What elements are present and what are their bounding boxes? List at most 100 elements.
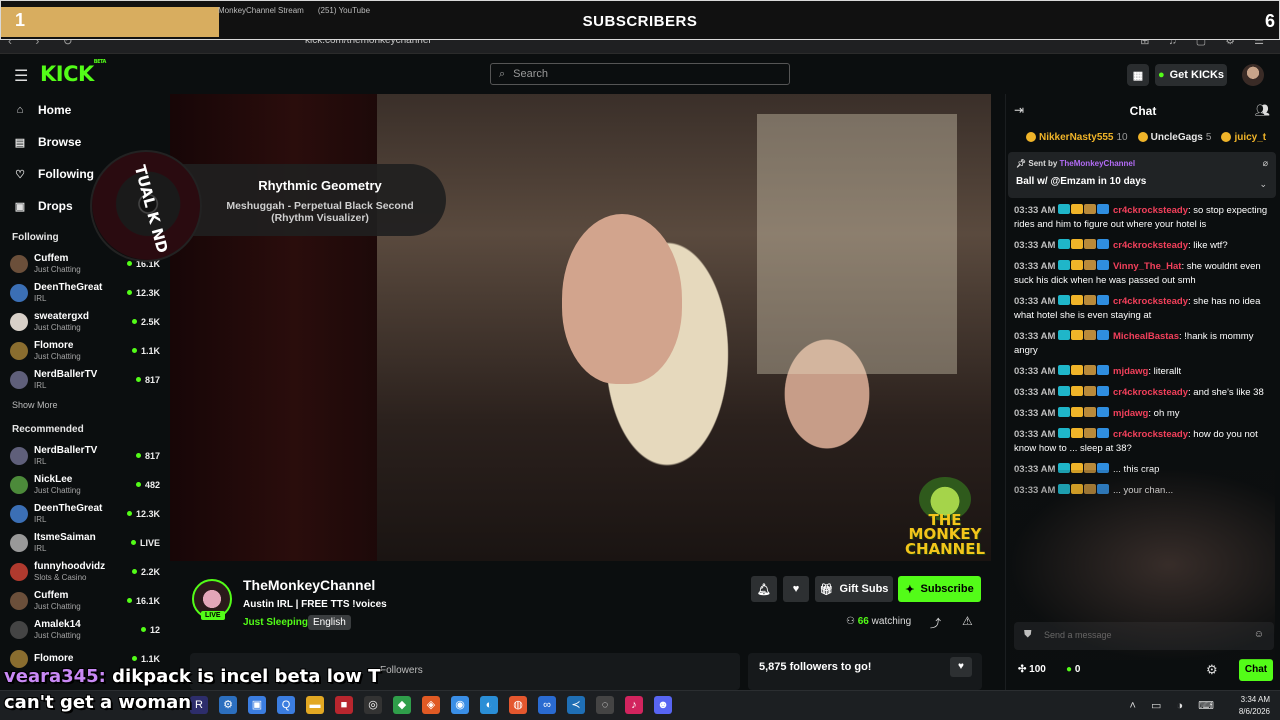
top-gifter[interactable]: UncleGags 5: [1137, 132, 1211, 143]
sidebar-item-home[interactable]: ⌂ Home: [0, 94, 170, 126]
share-icon[interactable]: ⤴: [930, 615, 941, 631]
sidebar-channel[interactable]: Flomore Just Chatting 1.1K: [0, 336, 170, 365]
channel-name: Flomore: [34, 652, 74, 664]
brave-icon[interactable]: ◈: [422, 696, 440, 714]
sidebar-channel[interactable]: NerdBallerTV IRL 817: [0, 365, 170, 394]
kicks-value: 0: [1074, 664, 1081, 675]
channel-info: Flomore: [34, 653, 126, 665]
chat-message[interactable]: 03:33 AM mjdawg: oh my: [1014, 407, 1272, 421]
chrome-icon[interactable]: ◉: [451, 696, 469, 714]
message-user[interactable]: mjdawg: [1113, 408, 1148, 419]
sidebar-channel[interactable]: NickLee Just Chatting 482: [0, 470, 170, 499]
vscode-icon[interactable]: ≺: [567, 696, 585, 714]
sidebar-channel[interactable]: sweatergxd Just Chatting 2.5K: [0, 307, 170, 336]
channel-info: NickLee Just Chatting: [34, 474, 130, 495]
chat-badge-icon: [1058, 260, 1071, 270]
follow-goal-heart-button[interactable]: ♥: [950, 657, 972, 677]
message-user[interactable]: cr4ckrocksteady: [1113, 296, 1188, 307]
message-user[interactable]: cr4ckrocksteady: [1113, 240, 1188, 251]
sidebar-channel[interactable]: DeenTheGreat IRL 12.3K: [0, 499, 170, 528]
message-user[interactable]: cr4ckrocksteady: [1113, 387, 1188, 398]
chat-message[interactable]: 03:33 AM ... this crap: [1014, 463, 1272, 477]
logo-text: KICK: [40, 62, 94, 86]
app-icon[interactable]: ∞: [538, 696, 556, 714]
chat-message[interactable]: 03:33 AM cr4ckrocksteady: how do you not…: [1014, 428, 1272, 456]
top-gifter[interactable]: NikkerNasty555 10: [1026, 132, 1128, 143]
message-user[interactable]: cr4ckrocksteady: [1113, 429, 1188, 440]
chat-footer: ✣ 100 ● 0 ⚙ Chat: [1006, 658, 1280, 686]
get-kicks-button[interactable]: ● Get KICKs: [1155, 64, 1227, 86]
notify-button[interactable]: 🔔︎: [751, 576, 777, 602]
emote-icon[interactable]: ☺: [1254, 629, 1264, 640]
language-tag[interactable]: English: [308, 615, 351, 630]
taskbar-clock[interactable]: 3:34 AM 8/6/2026: [1239, 694, 1270, 718]
followers-goal-card: 5,875 followers to go! ♥: [748, 653, 982, 690]
channel-info: funnyhoodvidz Slots & Casino: [34, 561, 126, 582]
gear-icon[interactable]: ⚙: [1206, 662, 1218, 678]
menu-icon[interactable]: ☰: [14, 66, 28, 86]
stream-category[interactable]: Just Sleeping: [243, 617, 308, 628]
tab-youtube[interactable]: (251) YouTube: [318, 6, 370, 22]
recommended-list: NerdBallerTV IRL 817 NickLee Just Chatting 48…: [0, 441, 170, 673]
sidebar-channel[interactable]: DeenTheGreat IRL 12.3K: [0, 278, 170, 307]
discord-icon[interactable]: ☻: [654, 696, 672, 714]
chat-message[interactable]: 03:33 AM cr4ckrocksteady: she has no ide…: [1014, 295, 1272, 323]
tiktok-icon[interactable]: ♪: [625, 696, 643, 714]
chat-users-icon[interactable]: 👥︎: [1255, 103, 1270, 117]
layout-toggle-button[interactable]: ▦: [1127, 64, 1149, 86]
message-user[interactable]: cr4ckrocksteady: [1113, 205, 1188, 216]
app-icon[interactable]: ◌: [596, 696, 614, 714]
now-playing-overlay: TUAL K ND Rhythmic Geometry Meshuggah - …: [90, 150, 446, 262]
message-time: 03:33 AM: [1014, 408, 1056, 419]
message-time: 03:33 AM: [1014, 240, 1056, 251]
user-avatar[interactable]: [1242, 64, 1264, 86]
watermark-text: THE MONKEY CHANNEL: [904, 511, 986, 558]
sidebar-channel[interactable]: ItsmeSaiman IRL LIVE: [0, 528, 170, 557]
viewer-number: 66: [857, 616, 869, 627]
sidebar-channel[interactable]: Cuffem Just Chatting 16.1K: [0, 586, 170, 615]
channel-avatar: [10, 562, 28, 581]
tab-kick[interactable]: MonkeyChannel Stream: [218, 6, 304, 22]
message-user[interactable]: mjdawg: [1113, 366, 1148, 377]
chat-message[interactable]: 03:33 AM cr4ckrocksteady: so stop expect…: [1014, 204, 1272, 232]
search-input[interactable]: ⌕ Search: [490, 63, 790, 85]
chat-message[interactable]: 03:33 AM Vinny_The_Hat: she wouldnt even…: [1014, 260, 1272, 288]
chat-message[interactable]: 03:33 AM mjdawg: literallt: [1014, 365, 1272, 379]
kicks-balance[interactable]: ● 0: [1066, 664, 1080, 675]
channel-name: ItsmeSaiman: [34, 532, 96, 544]
chat-message[interactable]: 03:33 AM cr4ckrocksteady: and she's like…: [1014, 386, 1272, 400]
chat-badge-icon: [1058, 365, 1071, 375]
message-user[interactable]: MichealBastas: [1113, 331, 1179, 342]
top-gifter[interactable]: juicy_t: [1221, 132, 1269, 143]
message-time: 03:33 AM: [1014, 366, 1056, 377]
firefox-icon[interactable]: ◍: [509, 696, 527, 714]
sidebar-channel[interactable]: Amalek14 Just Chatting 12: [0, 615, 170, 644]
follow-button[interactable]: ♥: [783, 576, 809, 602]
message-text: literallt: [1153, 366, 1182, 377]
sidebar-channel[interactable]: NerdBallerTV IRL 817: [0, 441, 170, 470]
report-icon[interactable]: ⚠: [962, 614, 973, 628]
sidebar-channel[interactable]: funnyhoodvidz Slots & Casino 2.2K: [0, 557, 170, 586]
message-text: ... your chan...: [1113, 485, 1174, 496]
song-title: Rhythmic Geometry: [258, 178, 382, 193]
channel-info: DeenTheGreat IRL: [34, 282, 121, 303]
sidebar-item-label: Browse: [38, 135, 82, 149]
chat-message[interactable]: 03:33 AM ... your chan...: [1014, 484, 1272, 498]
chat-input[interactable]: ⛊ Send a message ☺: [1014, 622, 1274, 650]
unpin-icon[interactable]: ⌀: [1263, 158, 1268, 169]
kick-logo[interactable]: KICKBETA: [40, 59, 106, 86]
subscribe-button[interactable]: ✦ Subscribe: [898, 576, 981, 602]
streamer-name[interactable]: TheMonkeyChannel: [243, 577, 375, 593]
channel-points[interactable]: ✣ 100: [1018, 664, 1046, 675]
chevron-down-icon[interactable]: ⌄: [1259, 179, 1267, 190]
chat-send-button[interactable]: Chat: [1239, 659, 1273, 681]
system-tray[interactable]: ˄ ▭ ◑ ⌨: [1129, 699, 1220, 712]
show-more-link[interactable]: Show More: [0, 394, 170, 420]
chat-message[interactable]: 03:33 AM cr4ckrocksteady: like wtf?: [1014, 239, 1272, 253]
gift-subs-button[interactable]: 🎁︎ Gift Subs: [815, 576, 893, 602]
message-text: ... this crap: [1113, 464, 1160, 475]
edge-icon[interactable]: ◐: [480, 696, 498, 714]
chat-message[interactable]: 03:33 AM MichealBastas: !hank is mommy a…: [1014, 330, 1272, 358]
message-user[interactable]: Vinny_The_Hat: [1113, 261, 1181, 272]
pinned-message[interactable]: 📌︎ Sent by TheMonkeyChannel Ball w/ @Emz…: [1008, 152, 1276, 198]
